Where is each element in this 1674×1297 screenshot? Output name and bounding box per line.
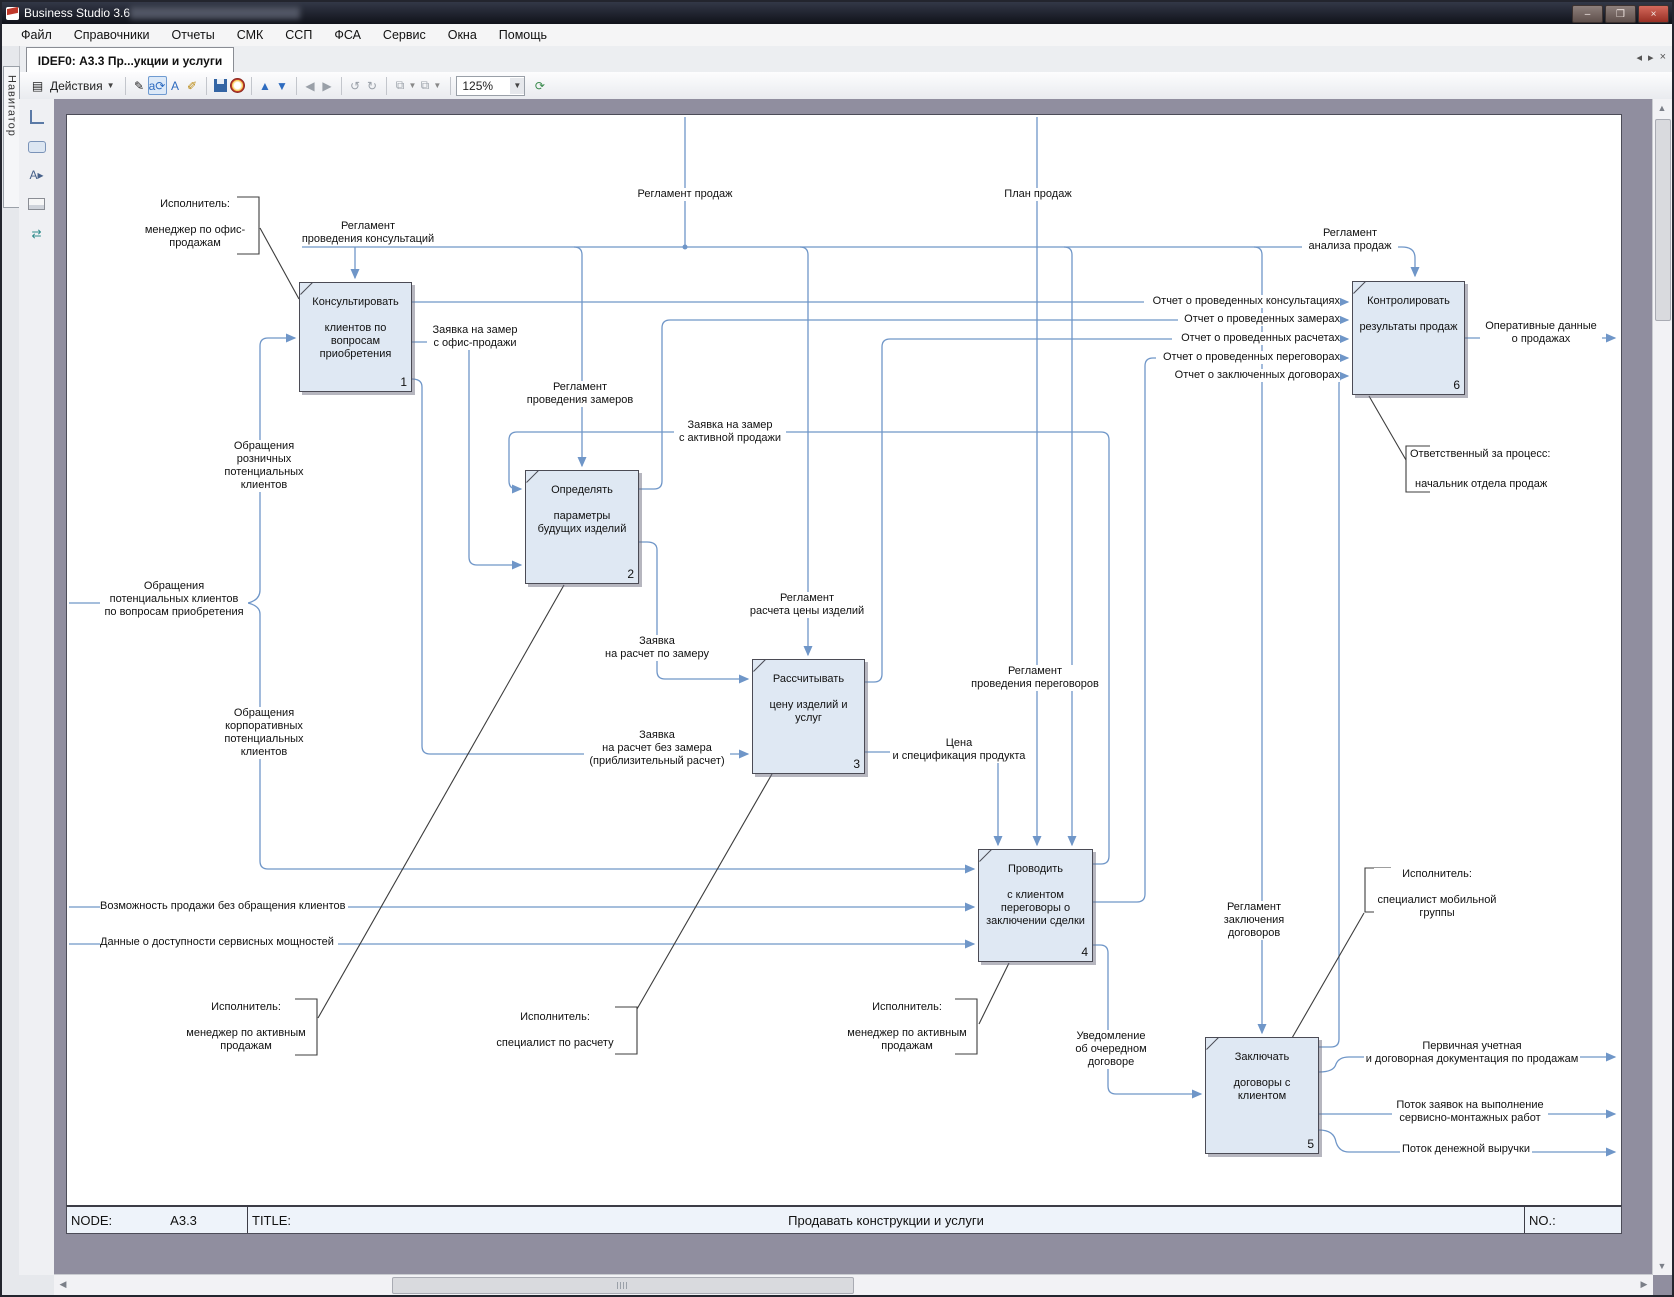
executor-line-4 [979, 963, 1009, 1024]
executor-line-3 [637, 774, 772, 1009]
flow-obrashcheniya-roznichnyh [248, 338, 295, 603]
flow-otchet-raschety [865, 339, 1348, 682]
flow-obrashcheniya-korporativnyh [248, 603, 974, 869]
flow-pervichnaya-dokumentaciya [1319, 1057, 1615, 1072]
executor-bracket-2 [295, 999, 317, 1055]
flow-reglament-peregovorov [1064, 247, 1072, 845]
flow-otchet-zamery [639, 320, 1348, 489]
title-label: TITLE: [252, 1213, 291, 1228]
flow-uvedomlenie [1093, 945, 1201, 1094]
node-title-bar: NODE: А3.3 TITLE: Продавать конструкции … [66, 1205, 1622, 1234]
executor-line-6 [1369, 396, 1406, 460]
flow-reglament-dogovorov [1254, 247, 1262, 1033]
executor-line-5 [1292, 913, 1364, 1038]
no-label: NO.: [1529, 1213, 1556, 1228]
executor-bracket-3 [615, 1007, 637, 1054]
flow-zayavka-zamer-ofis [412, 342, 521, 565]
flow-cena-specifikaciya [865, 752, 998, 845]
flow-zayavka-zamer-aktiv [509, 432, 1109, 864]
flow-potok-vyruchki [1319, 1130, 1615, 1152]
flow-lines-layer [2, 2, 1674, 1297]
flow-otchet-peregovory [1093, 358, 1348, 902]
title-value: Продавать конструкции и услуги [248, 1213, 1524, 1228]
flow-reglament-trunk [302, 247, 1415, 276]
node-label: NODE: [71, 1213, 112, 1228]
node-value: А3.3 [170, 1213, 197, 1228]
executor-bracket-1 [237, 197, 259, 254]
flow-junction-dot [683, 245, 688, 250]
executor-bracket-5 [1365, 868, 1391, 912]
flow-reglament-ceny [800, 247, 808, 655]
executor-line-2 [318, 585, 564, 1018]
executor-bracket-6 [1406, 446, 1430, 492]
executor-line-1 [260, 228, 299, 299]
executor-bracket-4 [955, 999, 977, 1054]
flow-otchet-dogovory [1319, 376, 1348, 1047]
flow-zayavka-bez-zamera [412, 379, 748, 754]
app-window: Business Studio 3.6 – ❒ × Файл Справочни… [0, 0, 1674, 1297]
flow-zayavka-po-zameru [639, 542, 748, 679]
flow-reglament-zamerov [574, 247, 582, 466]
